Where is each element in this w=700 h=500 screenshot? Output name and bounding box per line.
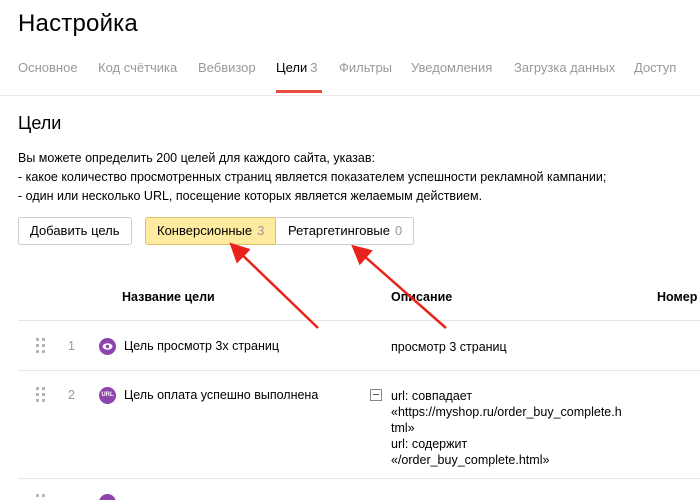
goal-desc-line: «/order_buy_complete.html» <box>391 453 550 467</box>
goal-desc-line: tml» <box>391 421 415 435</box>
tab-access[interactable]: Доступ <box>634 60 676 75</box>
row-number: 1 <box>68 339 75 353</box>
goal-type-icon <box>99 494 116 500</box>
tab-goals-label: Цели <box>276 60 308 75</box>
tab-basic[interactable]: Основное <box>18 60 78 75</box>
segment-retargeting-count: 0 <box>394 223 403 238</box>
row-divider <box>18 370 700 371</box>
tab-filters[interactable]: Фильтры <box>339 60 392 75</box>
section-title: Цели <box>18 113 62 133</box>
add-goal-button[interactable]: Добавить цель <box>18 217 132 245</box>
row-divider <box>18 320 700 321</box>
segment-conversion[interactable]: Конверсионные 3 <box>145 217 277 245</box>
segment-conversion-count: 3 <box>257 223 265 238</box>
goal-desc-line: url: совпадает <box>391 389 473 403</box>
column-header-name: Название цели <box>122 290 215 304</box>
tab-goals[interactable]: Цели 3 <box>276 60 318 75</box>
segment-retargeting[interactable]: Ретаргетинговые 0 <box>277 217 415 245</box>
tab-webvisor[interactable]: Вебвизор <box>198 60 256 75</box>
row-number: 2 <box>68 388 75 402</box>
goal-name[interactable]: Цель просмотр 3х страниц <box>124 339 279 353</box>
arrow-to-conversion <box>229 242 319 329</box>
goal-description: просмотр 3 страниц <box>391 340 507 354</box>
desc-line: - какое количество просмотренных страниц… <box>18 170 607 184</box>
goal-name[interactable]: Цель оплата успешно выполнена <box>124 388 318 402</box>
collapse-toggle-icon[interactable] <box>370 389 382 401</box>
tabs-divider <box>0 95 700 96</box>
row-divider <box>18 478 700 479</box>
tab-counter-code[interactable]: Код счётчика <box>98 60 177 75</box>
page-title: Настройка <box>18 10 138 37</box>
goal-desc-line: url: содержит <box>391 437 468 451</box>
goal-description: url: совпадает «https://myshop.ru/order_… <box>391 388 622 468</box>
tab-notifications[interactable]: Уведомления <box>411 60 492 75</box>
tab-goals-count: 3 <box>310 60 318 75</box>
goal-desc-line: «https://myshop.ru/order_buy_complete.h <box>391 405 622 419</box>
drag-handle-icon[interactable] <box>36 387 46 403</box>
eye-icon <box>99 338 116 355</box>
column-header-description: Описание <box>391 290 453 304</box>
settings-tabs: Основное Код счётчика Вебвизор Цели 3 Фил… <box>18 60 700 94</box>
column-header-number: Номер <box>657 290 698 304</box>
url-icon: URL <box>99 387 116 404</box>
segment-retargeting-label: Ретаргетинговые <box>288 223 390 238</box>
tab-data-upload[interactable]: Загрузка данных <box>514 60 615 75</box>
active-tab-indicator <box>276 90 322 93</box>
desc-line: Вы можете определить 200 целей для каждо… <box>18 151 375 165</box>
segment-conversion-label: Конверсионные <box>157 223 253 238</box>
desc-line: - один или несколько URL, посещение кото… <box>18 189 483 203</box>
drag-handle-icon[interactable] <box>36 494 46 500</box>
drag-handle-icon[interactable] <box>36 338 46 354</box>
arrow-to-retargeting <box>351 244 447 329</box>
section-description: Вы можете определить 200 целей для каждо… <box>18 149 698 206</box>
